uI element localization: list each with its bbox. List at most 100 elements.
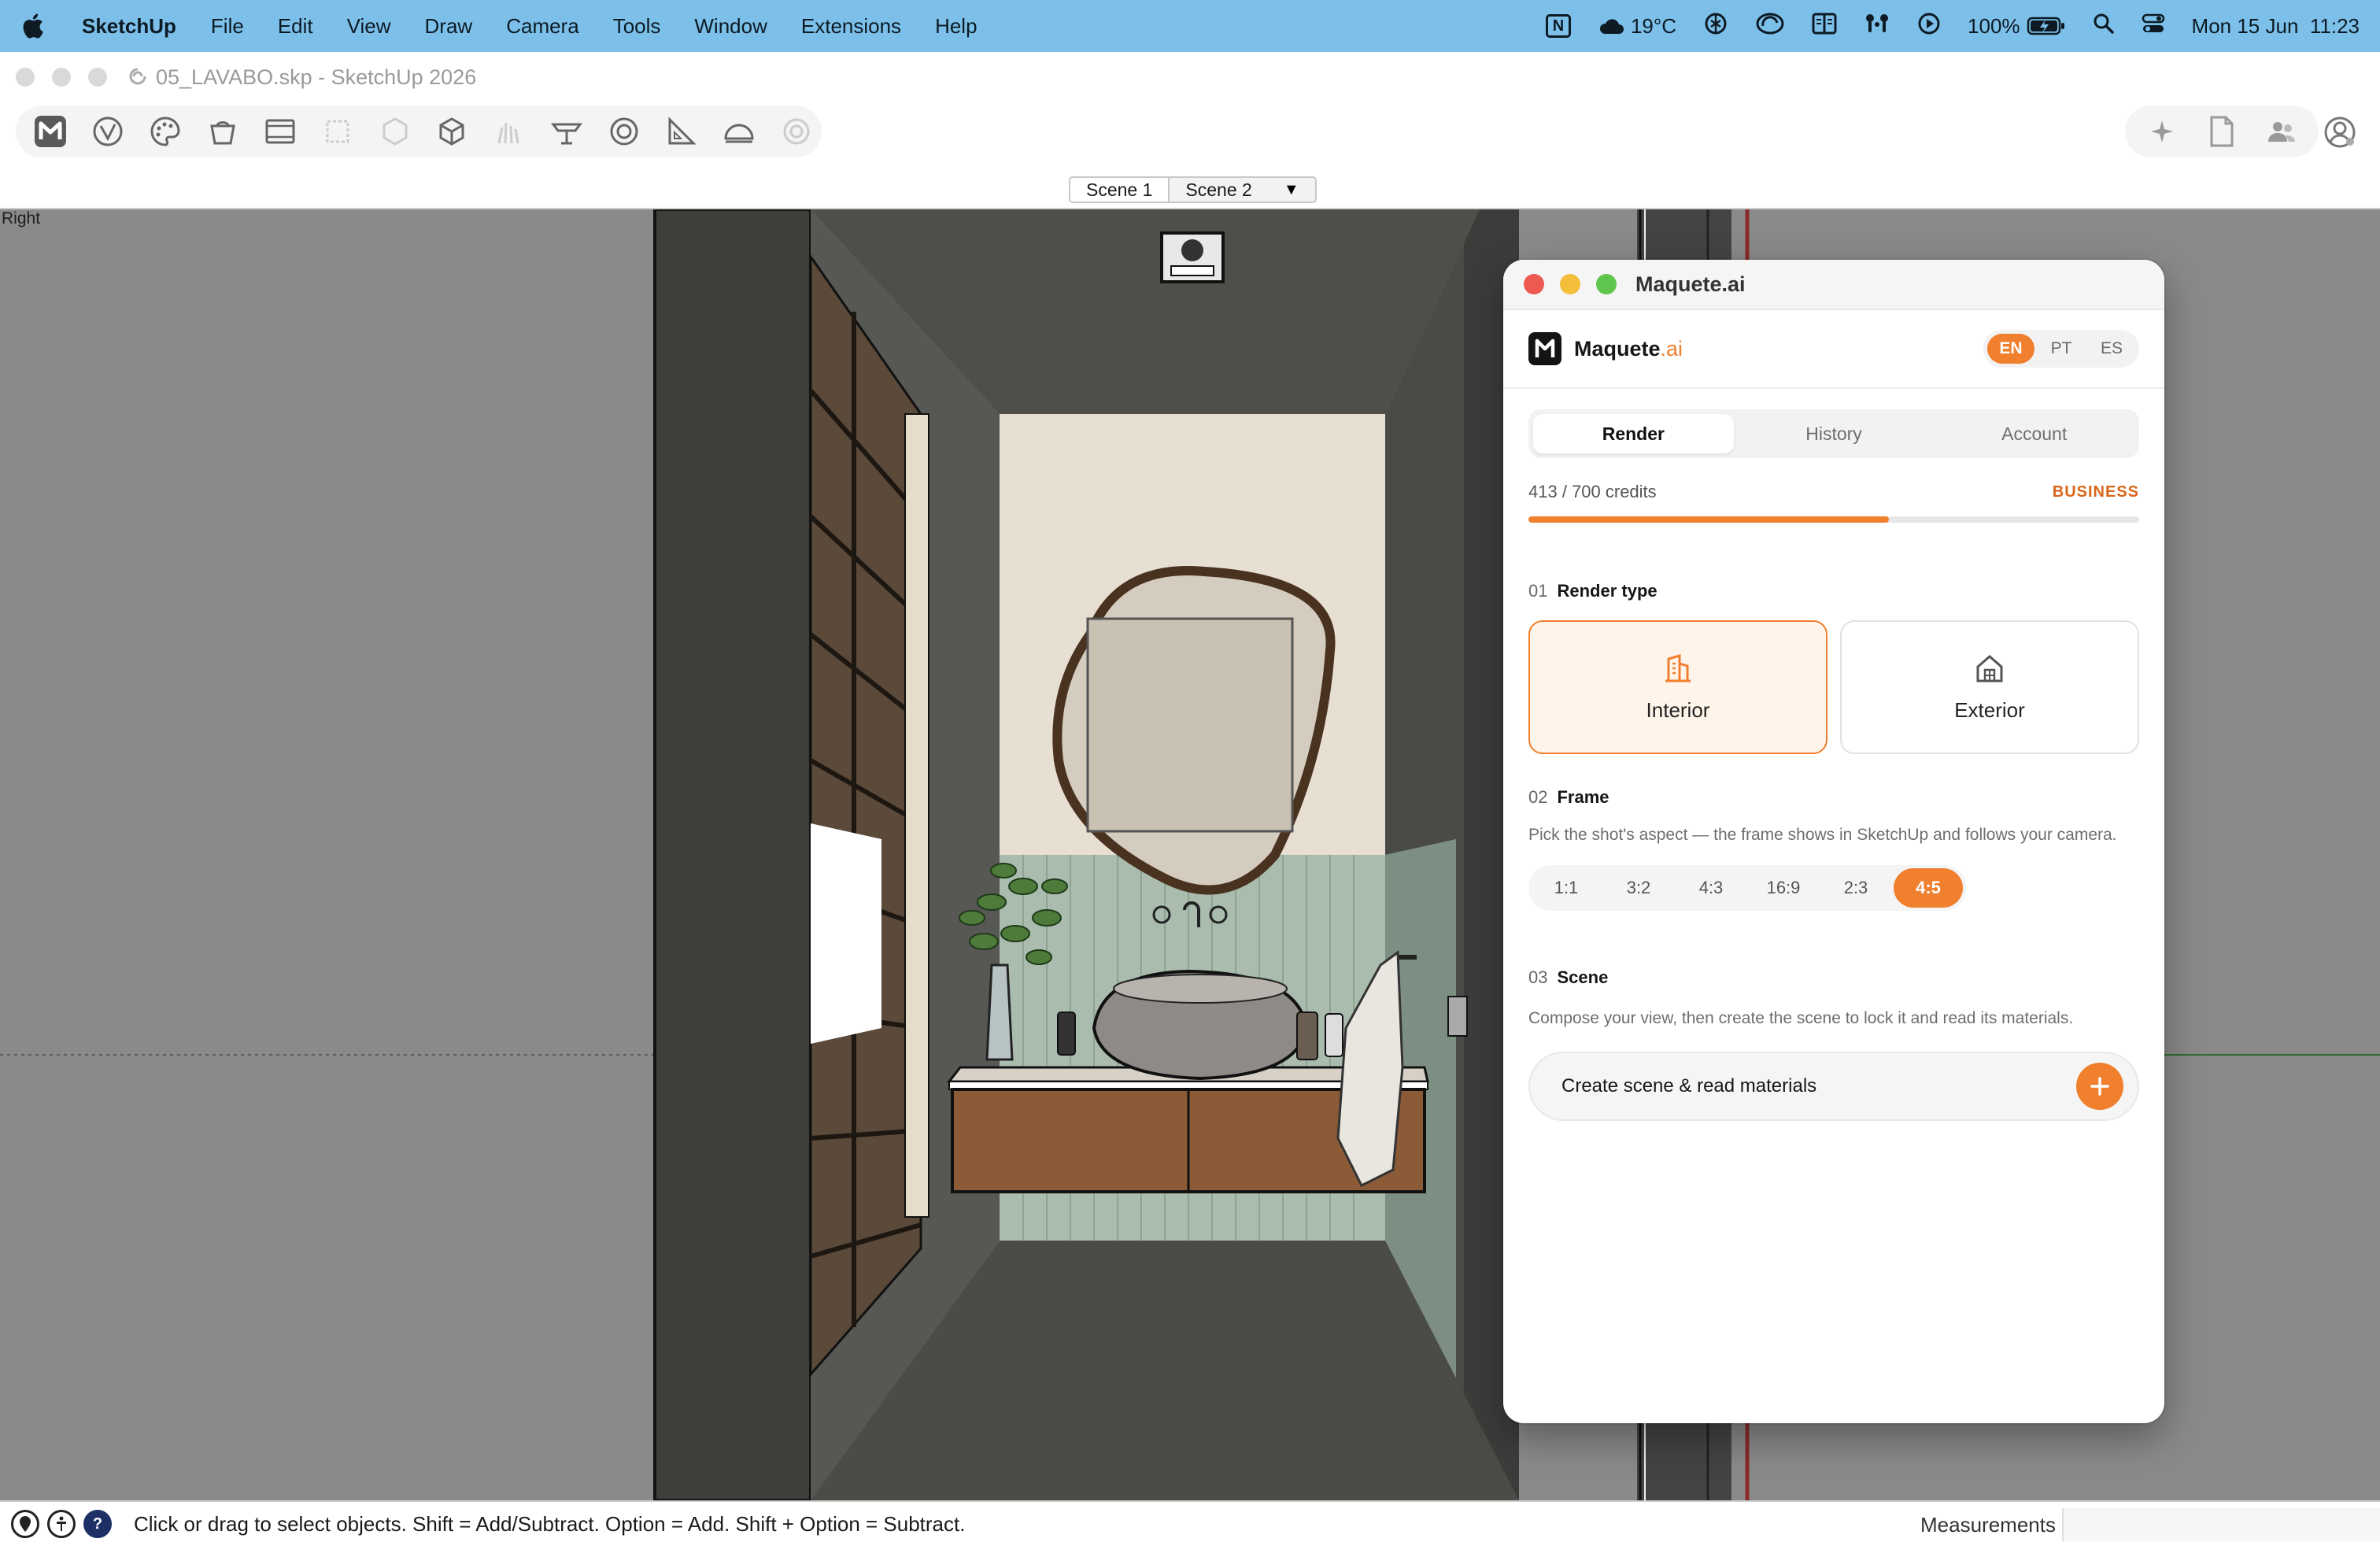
weather-temp: 19°C <box>1630 13 1677 38</box>
window-zoom-button[interactable] <box>88 68 107 87</box>
split-view-icon[interactable] <box>1812 12 1837 41</box>
render-type-interior-card[interactable]: Interior <box>1528 620 1828 754</box>
battery-charging-icon <box>2027 17 2064 35</box>
chatgpt-icon[interactable] <box>1703 11 1728 42</box>
notion-icon[interactable]: N <box>1545 14 1571 38</box>
measurements-input[interactable] <box>2062 1508 2380 1541</box>
credits-row: 413 / 700 credits BUSINESS <box>1528 482 2139 502</box>
scene-tab-2[interactable]: Scene 2 <box>1170 178 1267 202</box>
weather-widget[interactable]: 19°C <box>1598 14 1676 39</box>
menu-bar: SketchUp File Edit View Draw Camera Tool… <box>0 0 2380 52</box>
tab-account[interactable]: Account <box>1934 414 2134 453</box>
credits-progress-fill <box>1528 516 1889 523</box>
credits-progress-bar <box>1528 516 2139 523</box>
dome-icon[interactable] <box>713 108 764 155</box>
play-icon[interactable] <box>1917 12 1941 41</box>
document-title: 05_LAVABO.skp - SketchUp 2026 <box>129 65 476 90</box>
grass-icon[interactable] <box>484 108 535 155</box>
maquete-panel: Maquete.ai Maquete.ai EN PT ES Render Hi… <box>1503 260 2164 1423</box>
status-message: Click or drag to select objects. Shift =… <box>134 1511 966 1536</box>
render-type-interior-label: Interior <box>1646 697 1710 722</box>
credits-info-icon[interactable] <box>47 1510 76 1538</box>
measurements-label: Measurements <box>1920 1512 2056 1537</box>
aspect-ratio-picker: 1:1 3:2 4:3 16:9 2:3 4:5 <box>1528 865 1966 911</box>
selection-box-icon[interactable] <box>312 108 363 155</box>
status-bar: ? Click or drag to select objects. Shift… <box>0 1500 2380 1546</box>
sparkle-icon[interactable] <box>2136 108 2188 155</box>
menu-draw[interactable]: Draw <box>425 14 473 39</box>
render-type-exterior-card[interactable]: Exterior <box>1840 620 2139 754</box>
cloud-icon <box>1599 19 1624 34</box>
scene-title: Scene <box>1557 967 1609 987</box>
battery-widget[interactable]: 100% <box>1968 14 2066 39</box>
menu-edit[interactable]: Edit <box>278 14 313 39</box>
frame-title: Frame <box>1557 787 1609 807</box>
scene-tab-1[interactable]: Scene 1 <box>1070 178 1170 202</box>
render-type-section-header: 01 Render type <box>1528 581 2139 601</box>
panel-zoom-button[interactable] <box>1596 274 1617 294</box>
table-icon[interactable] <box>541 108 593 155</box>
spotlight-search-icon[interactable] <box>2093 13 2115 40</box>
creative-cloud-icon[interactable] <box>1755 12 1785 41</box>
ratio-4-5-button[interactable]: 4:5 <box>1894 868 1963 908</box>
ratio-3-2-button[interactable]: 3:2 <box>1604 868 1673 908</box>
menu-view[interactable]: View <box>347 14 391 39</box>
create-scene-label: Create scene & read materials <box>1561 1075 1817 1097</box>
menu-camera[interactable]: Camera <box>506 14 578 39</box>
vray-icon[interactable] <box>83 108 134 155</box>
users-icon[interactable] <box>2256 108 2308 155</box>
maquete-logo-icon[interactable] <box>25 108 76 155</box>
ratio-1-1-button[interactable]: 1:1 <box>1532 868 1601 908</box>
status-area: N 19°C 100% Mon 15 Jun 11:23 <box>1545 11 2360 42</box>
ratio-4-3-button[interactable]: 4:3 <box>1676 868 1746 908</box>
window-frame-icon[interactable] <box>254 108 305 155</box>
menu-help[interactable]: Help <box>935 14 977 39</box>
menu-window[interactable]: Window <box>694 14 767 39</box>
app-menu-sketchup[interactable]: SketchUp <box>82 14 176 39</box>
render-type-number: 01 <box>1528 581 1548 601</box>
triangle-ruler-icon[interactable] <box>656 108 707 155</box>
circle-tool-icon[interactable] <box>771 108 822 155</box>
ratio-2-3-button[interactable]: 2:3 <box>1821 868 1890 908</box>
lang-en-button[interactable]: EN <box>1987 334 2034 364</box>
panel-minimize-button[interactable] <box>1560 274 1580 294</box>
lang-es-button[interactable]: ES <box>2088 334 2135 364</box>
menu-tools[interactable]: Tools <box>613 14 661 39</box>
menubar-clock[interactable]: Mon 15 Jun 11:23 <box>2192 14 2360 39</box>
box-3d-icon[interactable] <box>427 108 478 155</box>
panel-tabs: Render History Account <box>1528 409 2139 458</box>
menu-file[interactable]: File <box>211 14 244 39</box>
palette-icon[interactable] <box>140 108 191 155</box>
window-titlebar: 05_LAVABO.skp - SketchUp 2026 <box>0 52 2380 102</box>
airpods-icon[interactable] <box>1864 12 1890 41</box>
tab-render[interactable]: Render <box>1533 414 1734 453</box>
document-icon[interactable] <box>2196 108 2248 155</box>
enscape-icon[interactable] <box>198 108 249 155</box>
geo-location-icon[interactable] <box>11 1510 39 1538</box>
scene-dropdown-icon[interactable]: ▼ <box>1268 178 1315 202</box>
account-profile-icon[interactable] <box>2314 109 2366 156</box>
house-icon <box>1976 654 2003 682</box>
window-minimize-button[interactable] <box>52 68 71 87</box>
target-icon[interactable] <box>599 108 650 155</box>
cube-outline-icon[interactable] <box>369 108 420 155</box>
menu-extensions[interactable]: Extensions <box>801 14 901 39</box>
document-title-text: 05_LAVABO.skp - SketchUp 2026 <box>156 65 477 89</box>
lang-pt-button[interactable]: PT <box>2038 334 2085 364</box>
frame-number: 02 <box>1528 787 1548 807</box>
tab-history[interactable]: History <box>1734 414 1935 453</box>
panel-close-button[interactable] <box>1524 274 1544 294</box>
ratio-16-9-button[interactable]: 16:9 <box>1749 868 1818 908</box>
control-center-icon[interactable] <box>2142 13 2165 40</box>
window-close-button[interactable] <box>16 68 35 87</box>
scene-tabs: Scene 1 Scene 2 ▼ <box>1069 176 1317 203</box>
main-toolbar <box>0 102 2380 170</box>
create-scene-button[interactable]: Create scene & read materials <box>1528 1052 2139 1121</box>
credits-count: 413 / 700 credits <box>1528 482 1657 501</box>
instructor-help-icon[interactable]: ? <box>83 1510 112 1538</box>
apple-icon[interactable] <box>20 13 47 39</box>
language-switcher: EN PT ES <box>1983 330 2139 368</box>
panel-titlebar: Maquete.ai <box>1503 260 2164 310</box>
brand-name: Maquete.ai <box>1574 336 1683 361</box>
building-icon <box>1665 653 1691 682</box>
